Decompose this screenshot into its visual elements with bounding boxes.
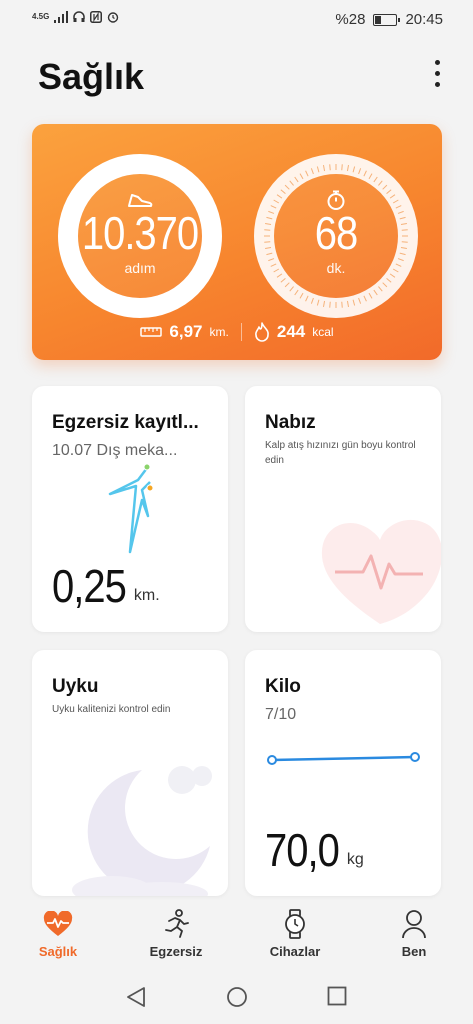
- nav-item-saglik[interactable]: Sağlık: [18, 908, 98, 959]
- sleep-card[interactable]: Uyku Uyku kalitenizi kontrol edin: [32, 650, 228, 896]
- bottom-navigation: Sağlık Egzersiz Cihazlar Ben: [0, 900, 473, 970]
- calories-stat: 244 kcal: [254, 322, 334, 342]
- nav-label: Sağlık: [38, 944, 78, 959]
- app-header: Sağlık: [38, 56, 443, 106]
- headset-icon: [73, 11, 86, 22]
- back-icon[interactable]: [126, 986, 146, 1013]
- exercise-distance-unit: km.: [133, 587, 160, 604]
- exercise-records-card[interactable]: Egzersiz kayıtl... 10.07 Dış meka... 0,2…: [32, 386, 228, 632]
- battery-level-fill: [375, 15, 381, 24]
- weight-card-title: Kilo: [265, 676, 301, 697]
- ruler-icon: [140, 327, 163, 337]
- heart-card-title: Nabız: [265, 412, 316, 433]
- clock: 20:45: [405, 11, 443, 28]
- home-icon[interactable]: [226, 986, 248, 1013]
- more-vert-icon[interactable]: [431, 60, 443, 94]
- nav-item-egzersiz[interactable]: Egzersiz: [136, 908, 216, 959]
- status-bar: 4.5G %28 20:45: [0, 0, 473, 38]
- exercise-card-subtitle: 10.07 Dış meka...: [52, 442, 178, 459]
- steps-ring: 10.370 adım: [58, 154, 222, 318]
- weight-value: 70,0: [265, 825, 340, 877]
- heart-pulse-icon: [43, 911, 73, 936]
- sleep-card-title: Uyku: [52, 676, 99, 697]
- system-navigation-bar: [0, 972, 473, 1024]
- route-map-icon: [108, 463, 154, 554]
- nfc-icon: [90, 11, 103, 23]
- active-minutes-unit: dk.: [326, 260, 346, 276]
- recents-icon[interactable]: [327, 986, 347, 1011]
- nav-item-cihazlar[interactable]: Cihazlar: [255, 908, 335, 959]
- watch-icon: [285, 909, 305, 939]
- heart-pulse-illustration-icon: [321, 519, 441, 624]
- weight-card[interactable]: Kilo 7/10 70,0 kg: [245, 650, 441, 896]
- nav-label: Cihazlar: [269, 944, 321, 959]
- battery-percent: %28: [335, 11, 366, 28]
- person-icon: [402, 910, 426, 939]
- signal-icon: [54, 11, 69, 23]
- steps-unit: adım: [124, 260, 156, 276]
- moon-illustration-icon: [72, 766, 212, 896]
- exercise-card-title: Egzersiz kayıtl...: [52, 412, 199, 433]
- active-minutes-ring: 68 dk.: [254, 154, 418, 318]
- alarm-icon: [108, 12, 119, 23]
- weight-unit: kg: [346, 851, 364, 868]
- exercise-distance-value: 0,25: [52, 561, 127, 613]
- weight-trend-line: [267, 752, 420, 765]
- distance-value: 6,97: [169, 322, 203, 341]
- hero-stats: 6,97 km. 244 kcal: [32, 322, 442, 342]
- sleep-card-description: Uyku kalitenizi kontrol edin: [52, 704, 171, 715]
- battery-icon: [373, 13, 401, 26]
- weight-value-group: 70,0 kg: [265, 826, 364, 877]
- exercise-distance: 0,25 km.: [52, 562, 160, 613]
- heart-card-description: Kalp atış hızınızı gün boyu kontrol edin: [265, 440, 416, 466]
- stat-divider: [240, 323, 242, 341]
- calories-unit: kcal: [312, 325, 334, 339]
- distance-stat: 6,97 km.: [140, 322, 229, 342]
- heart-rate-card[interactable]: Nabız Kalp atış hızınızı gün boyu kontro…: [245, 386, 441, 632]
- page-title: Sağlık: [38, 56, 145, 97]
- network-type: 4.5G: [32, 12, 50, 21]
- nav-label: Ben: [401, 944, 427, 959]
- distance-unit: km.: [209, 325, 229, 339]
- runner-icon: [165, 909, 189, 938]
- activity-summary-card[interactable]: 10.370 adım 68 dk. 6,97 km. 244 kcal: [32, 124, 442, 360]
- nav-item-ben[interactable]: Ben: [374, 908, 454, 959]
- nav-label: Egzersiz: [149, 944, 203, 959]
- active-minutes-value: 68: [314, 208, 358, 260]
- steps-value: 10.370: [81, 208, 199, 260]
- flame-icon: [254, 322, 269, 342]
- calories-value: 244: [276, 322, 306, 341]
- weight-card-date: 7/10: [265, 706, 297, 723]
